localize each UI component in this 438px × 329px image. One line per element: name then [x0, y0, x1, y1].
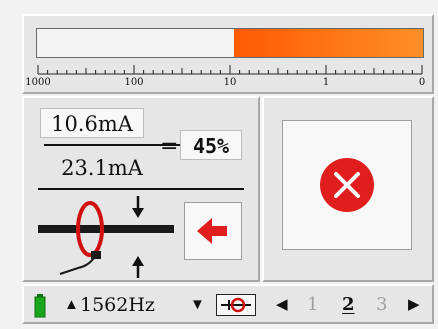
frequency-down-button[interactable]: ▼	[190, 293, 205, 317]
frequency-value: 1562Hz	[80, 294, 155, 316]
status-indicator	[282, 120, 412, 250]
battery-icon	[34, 294, 46, 318]
arrow-left-icon	[197, 218, 227, 244]
meter-scale: 1000 100 10 1 0	[25, 65, 425, 88]
direction-indicator	[184, 202, 242, 260]
clamp-mode-icon	[221, 297, 251, 313]
page-1[interactable]: 1	[307, 293, 318, 317]
error-x-icon	[320, 158, 374, 212]
scale-label: 10	[224, 77, 237, 88]
signal-meter-panel: 1000 100 10 1 0	[22, 14, 434, 94]
status-panel	[262, 96, 434, 282]
current-ratio-percent: 45%	[180, 130, 242, 160]
bottom-toolbar: ▲ 1562Hz ▼ ◀ 1 2 3 ▶	[22, 284, 434, 324]
measured-current-value: 10.6mA	[40, 108, 144, 138]
next-page-button[interactable]: ▶	[408, 293, 420, 317]
scale-label: 0	[419, 77, 425, 88]
reference-current-value: 23.1mA	[61, 156, 143, 180]
previous-page-button[interactable]: ◀	[276, 293, 288, 317]
scale-label: 1000	[25, 77, 50, 88]
frequency-up-button[interactable]: ▲	[64, 293, 79, 317]
clamp-mode-button[interactable]	[216, 294, 256, 316]
page-2-active[interactable]: 2	[342, 293, 355, 317]
section-divider	[38, 188, 244, 190]
equals-sign: =	[160, 134, 179, 159]
scale-label: 1	[323, 77, 329, 88]
page-3[interactable]: 3	[376, 293, 387, 317]
scale-label: 100	[124, 77, 143, 88]
reading-panel: 10.6mA 23.1mA = 45%	[22, 96, 260, 282]
clamp-probe-icon	[38, 196, 174, 278]
